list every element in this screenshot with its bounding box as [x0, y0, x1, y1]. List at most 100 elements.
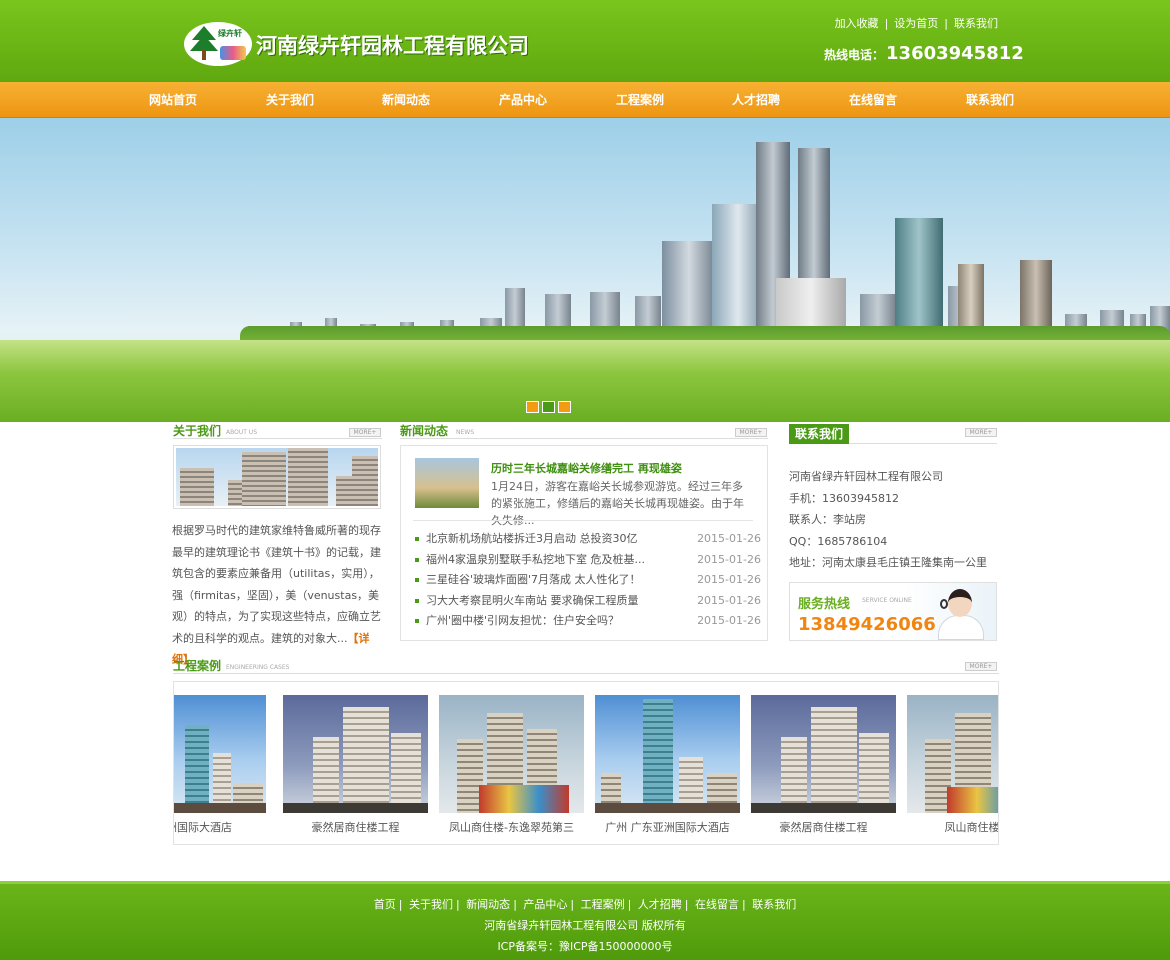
contact-phone: 手机：13603945812 — [789, 491, 899, 505]
slider-dot-3[interactable] — [558, 401, 571, 413]
case-item[interactable]: 凤山商住楼-东 — [907, 695, 998, 835]
logo[interactable]: 绿卉轩 — [184, 22, 252, 66]
news-item[interactable]: 三星硅谷'玻璃炸面圈'7月落成 太人性化了！ 2015-01-26 — [415, 570, 761, 591]
contact-company: 河南省绿卉轩园林工程有限公司 — [789, 470, 943, 483]
cases-carousel: 亚洲国际大酒店 豪然居商住楼工程 凤山商住楼-东逸翠苑第三 广州 广东亚洲国际大… — [173, 681, 999, 845]
news-item[interactable]: 北京新机场航站楼拆迁3月启动 总投资30亿 2015-01-26 — [415, 529, 761, 550]
bullet-icon — [415, 557, 419, 562]
nav-message[interactable]: 在线留言 — [823, 82, 923, 118]
hotline: 热线电话： 13603945812 — [824, 43, 1024, 64]
site-footer: 首页 | 关于我们 | 新闻动态 | 产品中心 | 工程案例 | 人才招聘 | 在线留言 | … — [0, 881, 1170, 960]
top-links: 加入收藏 | 设为首页 | 联系我们 — [834, 17, 998, 30]
service-subtitle: SERVICE ONLINE — [862, 597, 912, 604]
case-caption: 豪然居商住楼工程 — [311, 821, 400, 834]
cases-more-button[interactable]: MORE+ — [965, 662, 997, 671]
bullet-icon — [415, 537, 419, 541]
divider — [413, 520, 753, 521]
about-subtitle: ABOUT US — [226, 429, 258, 436]
main-nav: 网站首页 关于我们 新闻动态 产品中心 工程案例 人才招聘 在线留言 联系我们 — [0, 82, 1170, 118]
about-paragraph: 根据罗马时代的建筑家维特鲁威所著的现存最早的建筑理论书《建筑十书》的记载，建筑包… — [172, 524, 381, 645]
case-item[interactable]: 豪然居商住楼工程 — [751, 695, 896, 835]
hotline-number: 13603945812 — [886, 43, 1024, 64]
footer-link-news[interactable]: 新闻动态 — [466, 898, 510, 911]
news-headline[interactable]: 历时三年长城嘉峪关修缮完工 再现雄姿 — [491, 460, 682, 476]
cases-title: 工程案例 — [173, 659, 222, 673]
news-title: 新闻动态 — [400, 424, 449, 438]
grass-field — [0, 340, 1170, 422]
case-item[interactable]: 凤山商住楼-东逸翠苑第三 — [439, 695, 584, 835]
case-item[interactable]: 广州 广东亚洲国际大酒店 — [595, 695, 740, 835]
case-caption: 豪然居商住楼工程 — [779, 821, 868, 834]
bullet-icon — [415, 619, 419, 623]
footer-link-contact[interactable]: 联系我们 — [752, 898, 796, 911]
slider-dot-1[interactable] — [526, 401, 539, 413]
contact-person: 联系人：李站房 — [789, 513, 866, 526]
case-item[interactable]: 亚洲国际大酒店 — [174, 695, 266, 835]
divider — [173, 673, 999, 674]
case-image — [751, 695, 896, 813]
about-title: 关于我们 — [173, 424, 222, 438]
bullet-icon — [415, 598, 419, 603]
case-image — [595, 695, 740, 813]
site-header: 绿卉轩 河南绿卉轩园林工程有限公司 加入收藏 | 设为首页 | 联系我们 热线电话： 13… — [0, 0, 1170, 82]
nav-cases[interactable]: 工程案例 — [590, 82, 690, 118]
nav-about[interactable]: 关于我们 — [240, 82, 340, 118]
footer-link-products[interactable]: 产品中心 — [523, 898, 567, 911]
set-homepage-link[interactable]: 设为首页 — [894, 17, 938, 30]
about-image — [173, 445, 381, 509]
contact-info: 河南省绿卉轩园林工程有限公司 手机：13603945812 联系人：李站房 QQ… — [789, 466, 987, 574]
nav-jobs[interactable]: 人才招聘 — [706, 82, 806, 118]
service-hotline-banner[interactable]: 服务热线 SERVICE ONLINE 13849426066 — [789, 582, 997, 641]
case-caption: 凤山商住楼-东逸翠苑第三 — [449, 821, 574, 834]
contact-address: 地址：河南太康县毛庄镇王隆集南一公里 — [789, 556, 987, 569]
case-item[interactable]: 豪然居商住楼工程 — [283, 695, 428, 835]
service-title: 服务热线 — [798, 597, 851, 612]
case-caption: 亚洲国际大酒店 — [174, 821, 232, 834]
case-image — [283, 695, 428, 813]
cases-subtitle: ENGINEERING CASES — [226, 664, 290, 671]
news-list: 北京新机场航站楼拆迁3月启动 总投资30亿 2015-01-26 福州4家温泉别墅… — [415, 529, 761, 632]
customer-service-agent-icon — [930, 585, 992, 640]
footer-link-about[interactable]: 关于我们 — [409, 898, 453, 911]
add-favorite-link[interactable]: 加入收藏 — [835, 17, 879, 30]
news-box: 历时三年长城嘉峪关修缮完工 再现雄姿 1月24日，游客在嘉峪关长城参观游览。经过… — [400, 445, 768, 641]
hero-banner — [0, 118, 1170, 422]
case-image — [907, 695, 998, 813]
house-icon — [220, 46, 246, 60]
news-thumbnail[interactable] — [415, 458, 479, 508]
logo-text: 绿卉轩 — [218, 28, 242, 38]
news-summary: 1月24日，游客在嘉峪关长城参观游览。经过三年多的紧张施工，修缮后的嘉峪关长城再… — [491, 480, 744, 527]
contact-qq: QQ：1685786104 — [789, 534, 888, 548]
case-image — [439, 695, 584, 813]
divider — [173, 438, 382, 439]
nav-products[interactable]: 产品中心 — [473, 82, 573, 118]
divider — [849, 443, 997, 444]
footer-link-jobs[interactable]: 人才招聘 — [638, 898, 682, 911]
case-image — [174, 695, 266, 813]
nav-home[interactable]: 网站首页 — [123, 82, 223, 118]
contact-title: 联系我们 — [789, 424, 849, 444]
footer-link-cases[interactable]: 工程案例 — [581, 898, 625, 911]
footer-icp: ICP备案号：豫ICP备150000000号 — [497, 940, 673, 953]
company-name: 河南绿卉轩园林工程有限公司 — [256, 34, 529, 58]
slider-dots — [526, 401, 574, 416]
contact-us-link[interactable]: 联系我们 — [954, 17, 998, 30]
slider-dot-2[interactable] — [542, 401, 555, 413]
news-subtitle: NEWS — [456, 429, 475, 436]
news-item[interactable]: 习大大考察昆明火车南站 要求确保工程质量 2015-01-26 — [415, 591, 761, 612]
nav-contact[interactable]: 联系我们 — [940, 82, 1040, 118]
footer-links: 首页 | 关于我们 | 新闻动态 | 产品中心 | 工程案例 | 人才招聘 | 在线留言 | … — [373, 898, 797, 911]
case-caption: 广州 广东亚洲国际大酒店 — [605, 821, 730, 834]
footer-copyright: 河南省绿卉轩园林工程有限公司 版权所有 — [484, 919, 686, 932]
tree-icon — [190, 26, 218, 60]
about-text: 根据罗马时代的建筑家维特鲁威所著的现存最早的建筑理论书《建筑十书》的记载，建筑包… — [172, 520, 382, 671]
footer-link-home[interactable]: 首页 — [374, 898, 396, 911]
footer-link-message[interactable]: 在线留言 — [695, 898, 739, 911]
nav-news[interactable]: 新闻动态 — [356, 82, 456, 118]
news-item[interactable]: 广州'圈中楼'引网友担忧：住户安全吗？ 2015-01-26 — [415, 611, 761, 632]
about-more-button[interactable]: MORE+ — [349, 428, 381, 437]
contact-more-button[interactable]: MORE+ — [965, 428, 997, 437]
news-more-button[interactable]: MORE+ — [735, 428, 767, 437]
news-item[interactable]: 福州4家温泉别墅联手私挖地下室 危及桩基... 2015-01-26 — [415, 550, 761, 571]
divider — [400, 438, 768, 439]
